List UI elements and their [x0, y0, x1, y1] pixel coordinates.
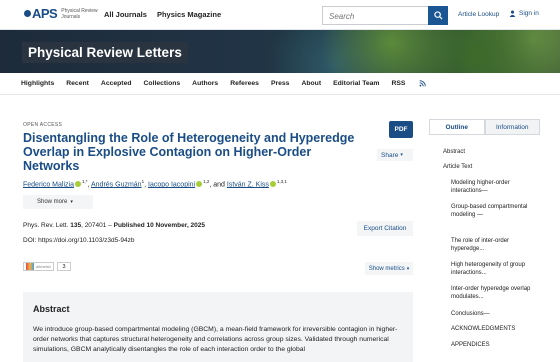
show-more-authors-button[interactable]: Show more ▾ [23, 195, 93, 209]
top-nav: All Journals Physics Magazine [104, 10, 221, 19]
share-button[interactable]: Share ▾ [377, 149, 413, 161]
citation-journal: Phys. Rev. Lett. [23, 222, 69, 229]
outline-item[interactable]: Article Text [443, 163, 472, 171]
outline-item[interactable]: Conclusions— [451, 310, 539, 318]
author-link[interactable]: Andrés Guzmán [91, 181, 142, 188]
search-button[interactable] [428, 6, 448, 25]
sign-in-link[interactable]: Sign in [509, 10, 539, 17]
doi[interactable]: DOI: https://doi.org/10.1103/z3d5-94zb [23, 237, 135, 244]
chevron-down-icon: ▾ [406, 265, 410, 272]
altmetric-icon [26, 263, 34, 270]
author-affiliation: 1,3,1 [276, 179, 287, 184]
nav-rss[interactable]: RSS [391, 80, 427, 87]
nav-highlights[interactable]: Highlights [21, 80, 54, 87]
citations-count[interactable]: 3 [57, 262, 71, 271]
nav-about[interactable]: About [301, 80, 321, 87]
article-lookup-link[interactable]: Article Lookup [458, 11, 499, 18]
aps-logo[interactable]: APS Physical Review Journals [24, 6, 101, 21]
rss-icon [419, 80, 427, 87]
pdf-button[interactable]: PDF [389, 121, 413, 138]
citation: Phys. Rev. Lett. 135, 207401 – Published… [23, 222, 205, 229]
search-icon [433, 11, 443, 20]
show-more-label: Show more [37, 199, 68, 205]
author-link[interactable]: Federico Malizia [23, 181, 74, 188]
author-separator: , and [209, 181, 227, 189]
outline-item[interactable]: ACKNOWLEDGMENTS [451, 325, 539, 333]
abstract-heading: Abstract [33, 304, 70, 314]
user-icon [509, 10, 516, 17]
nav-all-journals[interactable]: All Journals [104, 10, 147, 19]
orcid-icon[interactable] [269, 181, 276, 188]
outline-item[interactable]: APPENDICES [451, 341, 539, 349]
rss-label: RSS [391, 80, 406, 87]
outline-item[interactable]: Inter-order hyperedge overlap modulates.… [451, 285, 539, 301]
nav-authors[interactable]: Authors [192, 80, 218, 87]
nav-physics-magazine[interactable]: Physics Magazine [157, 10, 221, 19]
citation-pages: , 207401 – [81, 222, 114, 229]
outline-item[interactable]: Abstract [443, 148, 465, 156]
citation-volume: 135 [70, 222, 82, 229]
logo-subtitle: Physical Review Journals [61, 7, 98, 20]
logo-dot [24, 10, 31, 17]
published-date: Published 10 November, 2025 [113, 222, 206, 229]
abstract-text: We introduce group-based compartmental m… [33, 326, 398, 353]
outline-item[interactable]: Group-based compartmental modeling — [451, 203, 539, 219]
outline-item[interactable]: Modeling higher-order interactions— [451, 179, 539, 195]
nav-accepted[interactable]: Accepted [101, 80, 132, 87]
author-list: Federico Malizia 1,*, Andrés Guzmán1, Iac… [23, 179, 287, 188]
orcid-icon[interactable] [196, 181, 203, 188]
show-metrics-button[interactable]: Show metrics ▾ [365, 262, 413, 275]
journal-title[interactable]: Physical Review Letters [22, 42, 188, 63]
article-title: Disentangling the Role of Heterogeneity … [23, 131, 355, 173]
top-bar: APS Physical Review Journals All Journal… [0, 0, 560, 30]
main-nav: Highlights Recent Accepted Collections A… [0, 73, 560, 95]
altmetric-label: altmetric [36, 264, 52, 269]
metrics-row: altmetric 3 [23, 262, 71, 271]
chevron-down-icon: ▾ [400, 152, 403, 158]
nav-recent[interactable]: Recent [66, 80, 89, 87]
logo-text: APS [32, 6, 58, 21]
chevron-down-icon: ▾ [70, 199, 73, 205]
nav-press[interactable]: Press [271, 80, 290, 87]
tab-outline[interactable]: Outline [429, 119, 485, 135]
open-access-label: OPEN ACCESS [23, 122, 63, 128]
show-metrics-label: Show metrics [368, 265, 405, 272]
sign-in-label: Sign in [519, 10, 539, 17]
share-label: Share [381, 151, 399, 159]
author-link[interactable]: István Z. Kiss [227, 181, 269, 188]
outline-item[interactable]: The role of inter-order hyperedge... [451, 237, 539, 253]
tab-information[interactable]: Information [484, 119, 540, 135]
author-link[interactable]: Iacopo Iacopini [148, 181, 195, 188]
nav-collections[interactable]: Collections [144, 80, 181, 87]
outline-item[interactable]: High heterogeneity of group interactions… [451, 261, 539, 277]
nav-editorial-team[interactable]: Editorial Team [333, 80, 379, 87]
orcid-icon[interactable] [74, 181, 81, 188]
logo-mark: APS [24, 6, 58, 21]
altmetric-badge[interactable]: altmetric [23, 262, 54, 271]
sidebar-tabs: Outline Information [429, 119, 540, 135]
abstract-section: Abstract We introduce group-based compar… [23, 292, 413, 362]
nav-referees[interactable]: Referees [230, 80, 259, 87]
export-citation-button[interactable]: Export Citation [357, 221, 413, 236]
search-input[interactable]: Search [322, 6, 428, 25]
